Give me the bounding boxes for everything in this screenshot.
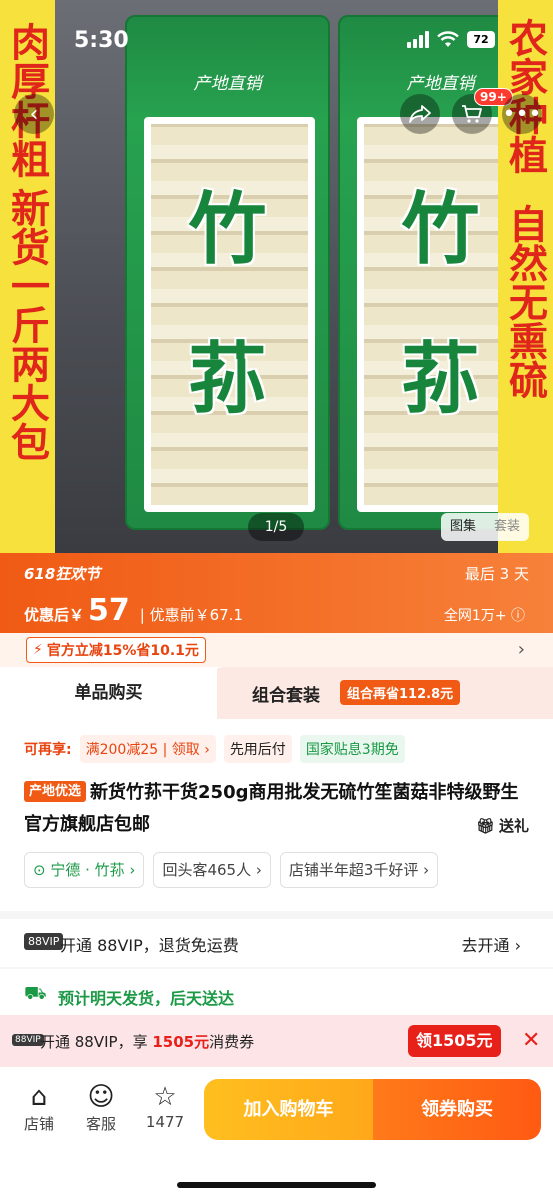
tag-returning-customers[interactable]: 回头客465人 › [153,852,271,888]
left-banner: 肉厚杆粗 新货一斤两大包 [0,0,55,553]
promo-countdown: 最后 3 天 [464,565,529,583]
cart-icon [462,105,482,123]
more-button[interactable]: ••• [502,94,542,134]
delivery-text: 预计明天发货，后天送达 [58,989,235,1008]
vip-row[interactable]: 88VIP 开通 88VIP，退货免运费 去开通 › [0,919,553,967]
perks-row: 可再享: 满200减25 | 领取 › 先用后付 国家贴息3期免 [24,735,405,763]
share-icon [409,105,431,123]
store-icon: ⌂ [30,1082,48,1112]
close-icon[interactable]: ✕ [522,1028,540,1053]
wifi-icon [437,30,459,47]
price-block: 优惠后￥ 57 | 优惠前￥67.1 [24,593,243,628]
store-button[interactable]: ⌂ 店铺 [14,1081,64,1134]
vip-text: 开通 88VIP，退货免运费 [60,936,239,955]
tab-set[interactable]: 套装 [485,513,529,541]
price-after-value: 57 [88,593,130,628]
right-banner: 农家种植 自然无熏硫 [498,0,553,553]
claim-coupon-button[interactable]: 领1505元 [408,1025,501,1057]
lightning-icon: ⚡ [33,642,43,658]
official-discount-text: 官方立减15%省10.1元 [46,643,199,659]
image-counter: 1/5 [248,513,304,541]
perk-pay-later[interactable]: 先用后付 [223,735,292,763]
customer-service-button[interactable]: ☺ 客服 [76,1081,126,1134]
right-banner-text-2: 自然无熏硫 [502,204,549,399]
perk-coupon[interactable]: 满200减25 | 领取 › [79,735,216,763]
vip-logo: 88VIP [24,933,64,950]
vip-open-link[interactable]: 去开通 › [462,932,522,956]
coupon-banner-text: 开通 88VIP，享 1505元消费券 [40,1033,255,1051]
chevron-right-icon: › [517,639,525,660]
status-time: 5:30 [74,28,129,53]
promo-title: 618狂欢节 [24,565,101,583]
product-tags: ⊙ 宁德 · 竹荪 › 回头客465人 › 店铺半年超3千好评 › [24,852,439,888]
bundle-saving-badge: 组合再省112.8元 [340,680,461,705]
home-indicator [177,1182,376,1188]
perk-interest-subsidy[interactable]: 国家贴息3期免 [299,735,405,763]
favorite-button[interactable]: ☆ 1477 [140,1081,190,1131]
tag-reviews[interactable]: 店铺半年超3千好评 › [279,852,439,888]
source-tag: 产地优选 [24,781,87,802]
package-char-2: 荪 [188,334,267,425]
vip-logo-small: 88VIP [12,1034,44,1046]
promo-banner: 618狂欢节 最后 3 天 优惠后￥ 57 | 优惠前￥67.1 全网1万+ ⓘ… [0,553,553,667]
chat-icon: ☺ [87,1082,115,1112]
share-button[interactable] [400,94,440,134]
truck-icon: ⛟ [24,983,47,1004]
tab-single-purchase[interactable]: 单品购买 [0,667,217,719]
gift-button[interactable]: 🎁︎ 送礼 [476,815,529,836]
price-before: | 优惠前￥67.1 [139,606,243,624]
product-image-carousel[interactable]: 产地直销 竹 荪 产地直销 竹 荪 肉厚杆粗 新货一斤两大包 农家种植 自然无熏… [0,0,553,553]
location-icon: ⊙ [33,861,46,879]
official-discount-bar[interactable]: ⚡ 官方立减15%省10.1元 › [0,633,553,667]
cart-button[interactable]: 99+ [452,88,513,134]
official-discount-chip: ⚡ 官方立减15%省10.1元 [26,637,206,663]
package-char-1: 竹 [188,184,267,275]
package-left: 产地直销 竹 荪 [125,15,330,530]
chevron-left-icon: ‹ [29,101,39,127]
perks-lead: 可再享: [24,742,72,758]
back-button[interactable]: ‹ [14,94,54,134]
tag-origin[interactable]: ⊙ 宁德 · 竹荪 › [24,852,145,888]
star-icon: ☆ [153,1082,177,1112]
status-icons: 72 [407,30,495,48]
bottom-action-bar: ⌂ 店铺 ☺ 客服 ☆ 1477 加入购物车 领券购买 [0,1067,553,1200]
product-title-text: 新货竹荪干货250g商用批发无硫竹笙菌菇非特级野生官方旗舰店包邮 [24,782,519,835]
product-info-card: 可再享: 满200减25 | 领取 › 先用后付 国家贴息3期免 产地优选 新货竹… [0,719,553,911]
left-banner-text-2: 新货一斤两大包 [4,188,51,461]
image-view-tabs: 图集 套装 [441,513,530,541]
vip-coupon-banner: 88VIP 开通 88VIP，享 1505元消费券 领1505元 ✕ [0,1015,553,1067]
add-to-cart-button[interactable]: 加入购物车 [204,1079,373,1140]
delivery-row[interactable]: ⛟ 预计明天发货，后天送达 [0,969,553,1015]
purchase-mode-tabs: 单品购买 组合套装 组合再省112.8元 [0,667,553,719]
info-icon: ⓘ [511,608,525,624]
buy-with-coupon-button[interactable]: 领券购买 [373,1079,541,1140]
gift-icon: 🎁︎ [475,816,495,835]
product-title: 产地优选 新货竹荪干货250g商用批发无硫竹笙菌菇非特级野生官方旗舰店包邮 [24,777,529,841]
signal-icon [407,30,429,48]
tab-bundle[interactable]: 组合套装 [252,681,320,706]
more-icon: ••• [502,101,542,127]
status-bar: 5:30 72 [0,0,553,80]
tab-gallery[interactable]: 图集 [441,513,485,541]
sales-count[interactable]: 全网1万+ ⓘ [444,605,525,625]
price-after-label: 优惠后￥ [24,606,85,624]
product-photo: 产地直销 竹 荪 产地直销 竹 荪 [55,0,543,553]
battery-icon: 72 [467,30,495,48]
